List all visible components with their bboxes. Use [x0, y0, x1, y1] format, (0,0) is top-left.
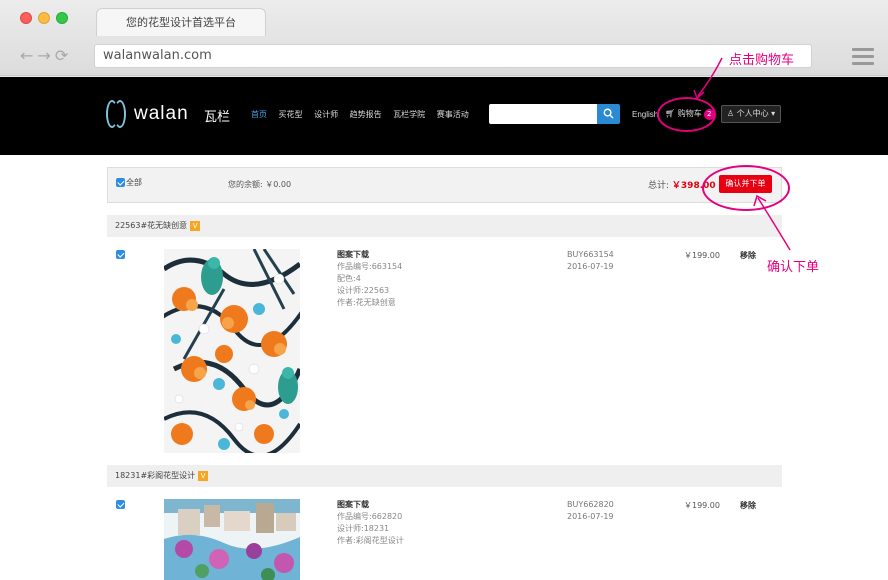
cart-hint-label: 点击购物车 — [729, 53, 795, 68]
confirm-hint-label: 确认下单 — [767, 260, 820, 275]
cart-hint-arrow — [697, 57, 723, 97]
annotation-arrows — [693, 57, 791, 251]
confirm-hint-arrow — [757, 197, 791, 251]
